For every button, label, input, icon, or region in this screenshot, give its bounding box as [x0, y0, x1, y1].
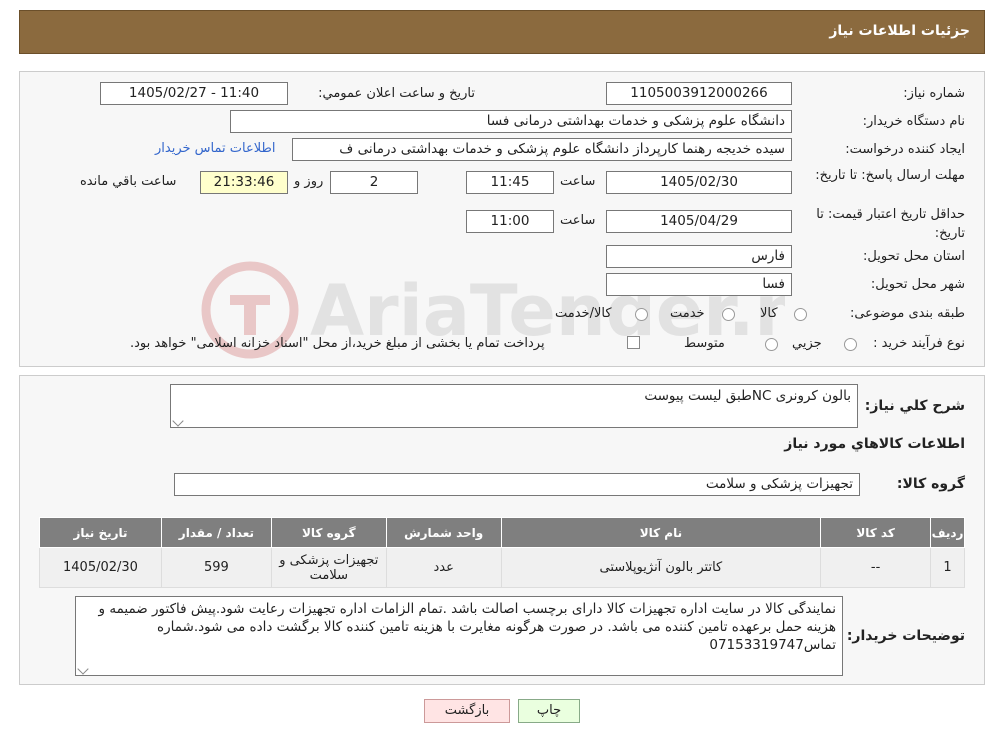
process-label: نوع فرآيند خريد : — [873, 336, 965, 351]
summary-label: شرح كلي نياز: — [864, 398, 965, 414]
cell-goods-code: -- — [820, 547, 932, 588]
remaining-time-field: 21:33:46 — [200, 171, 288, 194]
buyer-notes-label: توضيحات خريدار: — [846, 628, 965, 644]
process-minor-label: جزيي — [792, 336, 822, 351]
goods-group-label: گروه كالا: — [896, 476, 965, 492]
category-service-label: خدمت — [670, 306, 705, 321]
city-label: شهر محل تحويل: — [870, 277, 965, 292]
category-goods-radio[interactable] — [794, 308, 807, 321]
col-unit: واحد شمارش — [385, 517, 502, 548]
province-field: فارس — [606, 245, 792, 268]
cell-goods-group: تجهیزات پزشکی و سلامت — [270, 547, 387, 588]
cell-goods-name: کاتتر بالون آنژیوپلاستی — [500, 547, 822, 588]
resize-handle-icon[interactable] — [77, 663, 89, 675]
col-goods-code: كد كالا — [820, 517, 932, 548]
remaining-label: ساعت باقي مانده — [80, 174, 177, 189]
price-date-field: 1405/04/29 — [606, 210, 792, 233]
creator-field: سیده خدیجه رهنما کارپرداز دانشگاه علوم پ… — [292, 138, 792, 161]
page-header: جزئیات اطلاعات نیاز — [19, 10, 985, 54]
buyer-org-label: نام دستگاه خريدار: — [862, 114, 965, 129]
col-goods-name: نام كالا — [500, 517, 822, 548]
price-time-field: 11:00 — [466, 210, 554, 233]
cell-unit: عدد — [385, 547, 502, 588]
reply-time-label: ساعت — [560, 174, 596, 189]
summary-text: بالون کرونری NCطبق لیست پیوست — [644, 388, 851, 404]
city-field: فسا — [606, 273, 792, 296]
category-label: طبقه بندی موضوعی: — [849, 306, 965, 321]
resize-handle-icon[interactable] — [172, 415, 184, 427]
category-both-radio[interactable] — [635, 308, 648, 321]
cell-need-date: 1405/02/30 — [39, 547, 162, 588]
col-row-number: رديف — [930, 517, 965, 548]
announce-label: تاریخ و ساعت اعلان عمومي: — [318, 86, 475, 101]
category-goods-label: كالا — [760, 306, 778, 321]
buyer-contact-link[interactable]: اطلاعات تماس خريدار — [155, 141, 275, 156]
page-title: جزئیات اطلاعات نیاز — [829, 23, 970, 39]
reply-time-field: 11:45 — [466, 171, 554, 194]
creator-label: ايجاد کننده درخواست: — [845, 142, 965, 157]
table-header-row: رديف كد كالا نام كالا واحد شمارش گروه كا… — [39, 517, 965, 548]
reply-date-field: 1405/02/30 — [606, 171, 792, 194]
process-minor-radio[interactable] — [844, 338, 857, 351]
price-time-label: ساعت — [560, 213, 596, 228]
days-field: 2 — [330, 171, 418, 194]
category-both-label: كالا/خدمت — [555, 306, 612, 321]
need-number-field: 1105003912000266 — [606, 82, 792, 105]
cell-row-number: 1 — [930, 547, 965, 588]
buyer-notes-field[interactable]: نمایندگی کالا در سایت اداره تجهیزات کالا… — [75, 596, 843, 676]
process-medium-label: متوسط — [684, 336, 725, 351]
print-button[interactable]: چاپ — [518, 699, 580, 723]
goods-info-title: اطلاعات كالاهاي مورد نياز — [784, 436, 965, 452]
category-service-radio[interactable] — [722, 308, 735, 321]
price-validity-label: حداقل تاريخ اعتبار قيمت: تا تاريخ: — [816, 207, 965, 241]
treasury-checkbox[interactable] — [627, 336, 640, 349]
process-medium-radio[interactable] — [765, 338, 778, 351]
cell-quantity: 599 — [160, 547, 272, 588]
back-button[interactable]: بازگشت — [424, 699, 510, 723]
goods-table: رديف كد كالا نام كالا واحد شمارش گروه كا… — [39, 517, 965, 588]
buyer-notes-text: نمایندگی کالا در سایت اداره تجهیزات کالا… — [98, 601, 836, 653]
reply-deadline-label: مهلت ارسال پاسخ: تا تاريخ: — [815, 168, 965, 183]
col-need-date: تاريخ نياز — [39, 517, 162, 548]
process-note: پرداخت تمام يا بخشی از مبلغ خريد،از محل … — [130, 336, 545, 351]
col-quantity: تعداد / مقدار — [160, 517, 272, 548]
days-label: روز و — [294, 174, 324, 189]
buyer-org-field: دانشگاه علوم پزشکی و خدمات بهداشتی درمان… — [230, 110, 792, 133]
goods-group-field: تجهیزات پزشکی و سلامت — [174, 473, 860, 496]
announce-field: 1405/02/27 - 11:40 — [100, 82, 288, 105]
table-row: 1 -- کاتتر بالون آنژیوپلاستی عدد تجهیزات… — [39, 547, 965, 588]
col-goods-group: گروه كالا — [270, 517, 387, 548]
need-number-label: شماره نیاز: — [903, 86, 965, 101]
summary-field[interactable]: بالون کرونری NCطبق لیست پیوست — [170, 384, 858, 428]
province-label: استان محل تحويل: — [863, 249, 965, 264]
